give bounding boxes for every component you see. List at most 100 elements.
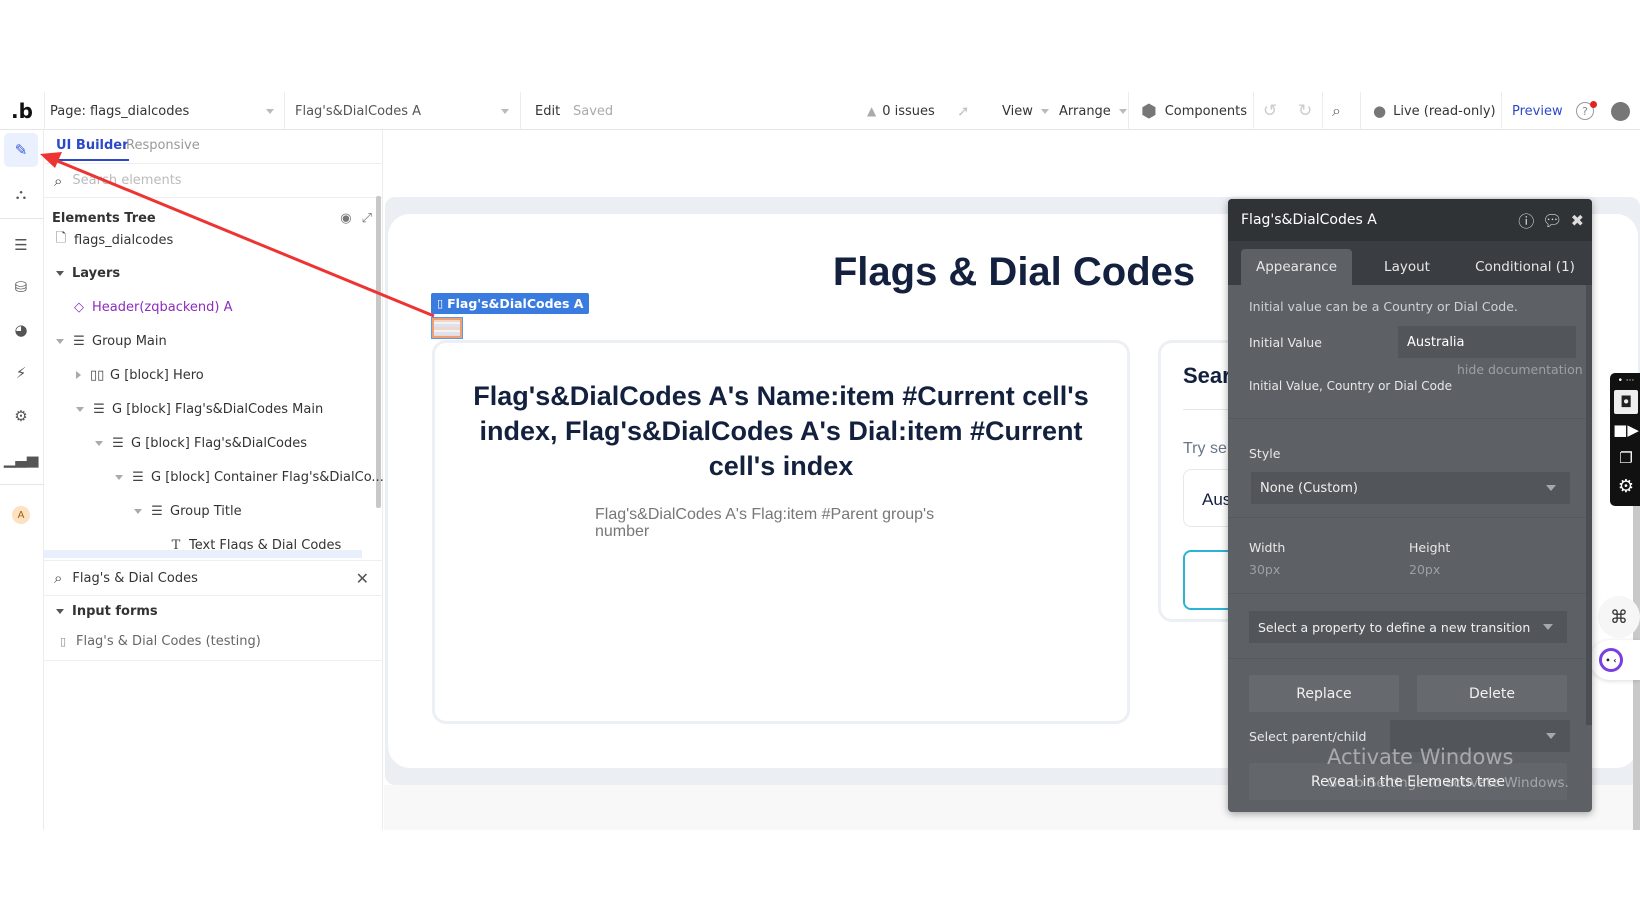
flag-dial-code-element[interactable] <box>431 317 463 339</box>
undo-icon[interactable]: ↺ <box>1263 92 1277 130</box>
issues-button[interactable]: ▲ 0 issues <box>867 92 935 130</box>
info-icon[interactable]: ⓘ <box>1518 208 1534 232</box>
video-camera-icon[interactable]: ■▶ <box>1613 418 1639 442</box>
initial-value-doc: Initial Value, Country or Dial Code <box>1249 379 1452 393</box>
caret-down-icon <box>95 440 103 446</box>
tab-layout[interactable]: Layout <box>1352 249 1462 285</box>
tree-item-label: G [block] Flag's&DialCodes <box>131 435 308 451</box>
selected-element-tag[interactable]: ▯ Flag's&DialCodes A <box>431 293 590 314</box>
preview-button[interactable]: Preview <box>1512 92 1563 130</box>
data-tab-button[interactable]: ☰ <box>4 228 38 262</box>
replace-button[interactable]: Replace <box>1249 675 1399 712</box>
database-icon: ⛁ <box>14 278 28 296</box>
plugins-tab-button[interactable]: ⚡ <box>4 356 38 390</box>
tree-item-page[interactable]: 🗋 flags_dialcodes <box>54 225 173 255</box>
design-tab-button[interactable]: ✎ <box>4 133 38 167</box>
comment-icon[interactable]: 💬︎ <box>1542 211 1562 230</box>
delete-button[interactable]: Delete <box>1417 675 1567 712</box>
chevron-down-icon <box>1543 624 1553 630</box>
view-menu[interactable]: View <box>1002 92 1049 130</box>
database-tab-button[interactable]: ⛁ <box>4 270 38 304</box>
hide-documentation-link[interactable]: hide documentation <box>1457 362 1583 377</box>
styles-tab-button[interactable]: ◕ <box>4 313 38 347</box>
page-title-text[interactable]: Flags & Dial Codes <box>804 250 1224 295</box>
diamond-icon: ◇ <box>74 299 84 315</box>
help-icon[interactable]: ? <box>1576 92 1597 130</box>
command-shortcut-icon[interactable]: ⌘ <box>1598 596 1640 638</box>
panel-scrollbar[interactable] <box>1586 285 1592 725</box>
page-selector[interactable]: Page: flags_dialcodes <box>50 92 280 130</box>
assistant-widget[interactable]: • ‹ <box>1590 640 1640 680</box>
divider <box>284 92 285 130</box>
more-options-icon[interactable]: • ··· <box>1614 375 1638 387</box>
doc-note: Initial value can be a Country or Dial C… <box>1249 299 1518 314</box>
country-card[interactable]: Flag's&DialCodes A's Name:item #Current … <box>432 340 1130 724</box>
height-value[interactable]: 20px <box>1409 562 1440 577</box>
left-icon-rail: ✎ ⛬ ☰ ⛁ ◕ ⚡ ⚙ ▁▃▅ A <box>0 130 44 830</box>
panel-header[interactable]: Flag's&DialCodes A ⓘ 💬︎ ✖ <box>1228 199 1592 241</box>
tab-appearance[interactable]: Appearance <box>1241 249 1352 285</box>
account-avatar-icon[interactable] <box>1611 92 1630 130</box>
settings-icon: ⚙ <box>14 407 28 425</box>
settings-gear-icon[interactable]: ⚙ <box>1614 474 1638 498</box>
clear-search-icon[interactable]: ✕ <box>356 569 369 588</box>
tree-item-group-title[interactable]: ☰ Group Title <box>134 496 242 526</box>
recorder-toolbar: • ··· ◘ ■▶ ❐ ⚙ <box>1610 373 1640 506</box>
tree-item-header-reusable[interactable]: ◇ Header(zqbackend) A <box>72 292 233 322</box>
result-item[interactable]: ▯ Flag's & Dial Codes (testing) <box>56 634 376 649</box>
camera-icon[interactable]: ◘ <box>1614 390 1638 414</box>
analytics-icon: ▁▃▅ <box>3 450 39 468</box>
notification-dot <box>1590 101 1597 108</box>
live-version-button[interactable]: ● Live (read-only) <box>1373 92 1496 130</box>
elements-sidebar: UI Builder Responsive ⌕ Elements Tree ◉ … <box>44 130 384 830</box>
search-icon[interactable]: ⌕ <box>1332 92 1341 130</box>
divider <box>44 92 45 130</box>
edit-menu[interactable]: Edit <box>535 92 560 130</box>
tree-item-label: G [block] Flag's&DialCodes Main <box>112 401 324 417</box>
group-icon: ☰ <box>151 503 163 519</box>
assistant-bot-icon: • ‹ <box>1599 648 1623 672</box>
search-icon: ⌕ <box>54 171 63 190</box>
tree-item-flags-main[interactable]: ☰ G [block] Flag's&DialCodes Main <box>76 394 323 424</box>
workflow-tab-button[interactable]: ⛬ <box>4 177 38 211</box>
inspect-cursor-icon[interactable]: ➚ <box>957 92 970 130</box>
bubble-logo[interactable]: .b <box>0 92 44 130</box>
tree-item-layers[interactable]: Layers <box>56 258 120 288</box>
divider <box>0 218 44 219</box>
issues-label: 0 issues <box>882 103 935 119</box>
initial-value-input[interactable]: Australia <box>1398 326 1576 358</box>
redo-icon[interactable]: ↻ <box>1298 92 1312 130</box>
screens-icon[interactable]: ❐ <box>1614 446 1638 470</box>
elements-tree-title: Elements Tree <box>52 210 156 226</box>
palette-icon: ◕ <box>14 321 28 339</box>
tree-item-label: Header(zqbackend) A <box>92 299 233 315</box>
eye-icon[interactable]: ◉ <box>340 211 351 226</box>
tree-item-label: flags_dialcodes <box>74 232 174 248</box>
tab-conditional[interactable]: Conditional (1) <box>1462 249 1588 285</box>
arrange-menu[interactable]: Arrange <box>1059 92 1127 130</box>
tree-item-container[interactable]: ☰ G [block] Container Flag's&DialCo... <box>115 462 384 492</box>
logs-tab-button[interactable]: ▁▃▅ <box>3 442 39 476</box>
search-elements-input[interactable] <box>72 173 333 188</box>
page-selector-label: Page: flags_dialcodes <box>50 103 190 119</box>
tab-responsive[interactable]: Responsive <box>126 138 200 153</box>
tree-item-group-main[interactable]: ☰ Group Main <box>56 326 167 356</box>
settings-tab-button[interactable]: ⚙ <box>4 399 38 433</box>
width-value[interactable]: 30px <box>1249 562 1280 577</box>
divider <box>1360 92 1361 130</box>
close-icon[interactable]: ✖ <box>1571 211 1584 230</box>
group-icon: ☰ <box>73 333 85 349</box>
tree-item-flags-block[interactable]: ☰ G [block] Flag's&DialCodes <box>95 428 307 458</box>
expand-icon[interactable]: ⤢ <box>362 211 372 226</box>
transition-dropdown[interactable]: Select a property to define a new transi… <box>1249 611 1567 643</box>
element-selector[interactable]: Flag's&DialCodes A <box>295 92 515 130</box>
tab-ui-builder[interactable]: UI Builder <box>56 138 129 161</box>
user-avatar-button[interactable]: A <box>4 498 38 532</box>
tree-item-label: Group Title <box>170 503 242 519</box>
results-group-input-forms[interactable]: Input forms <box>56 604 158 619</box>
element-type-search-input[interactable]: Flag's & Dial Codes <box>72 571 197 586</box>
size-section: Width 30px Height 20px <box>1228 518 1592 594</box>
components-button[interactable]: ⬢ Components <box>1141 92 1247 130</box>
style-dropdown[interactable]: None (Custom) <box>1251 472 1570 504</box>
tree-item-hero[interactable]: ▯▯ G [block] Hero <box>76 360 204 390</box>
